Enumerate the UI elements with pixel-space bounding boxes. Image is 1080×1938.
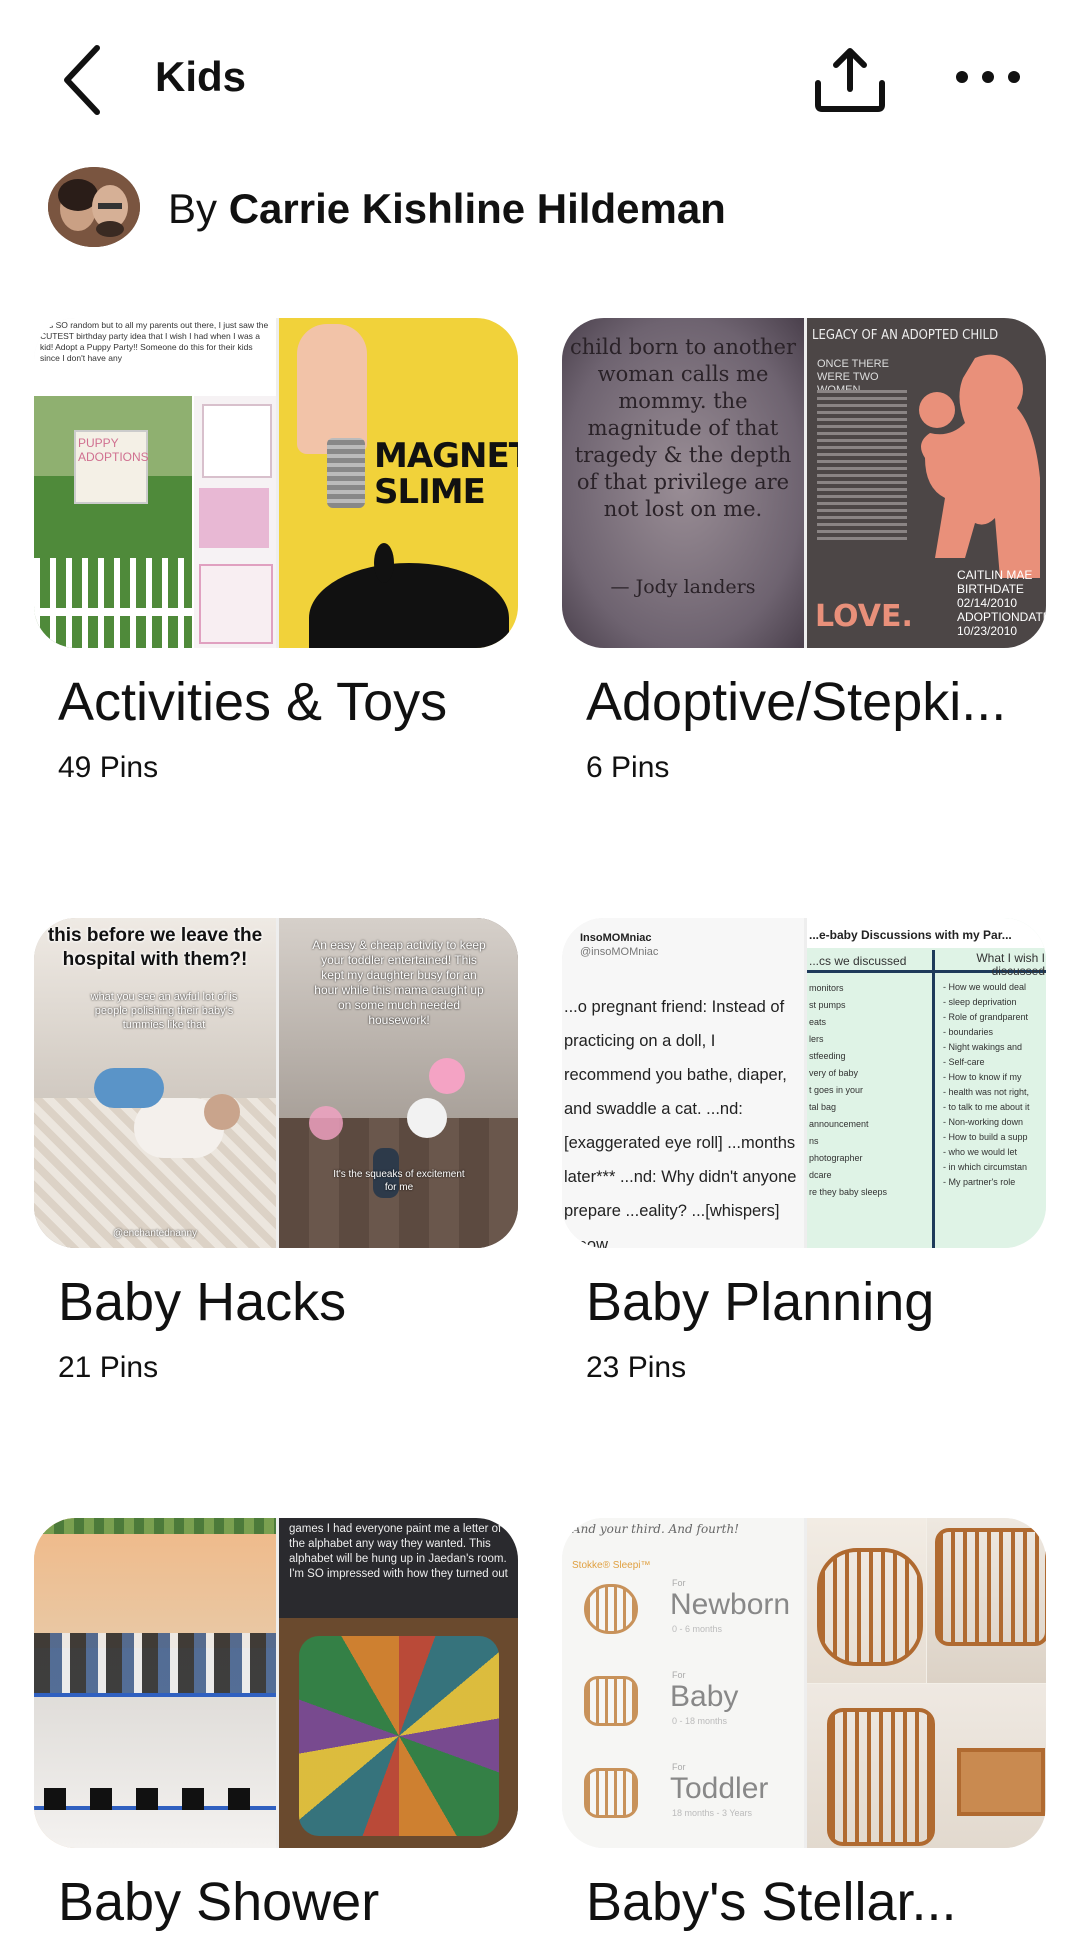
board-cover[interactable]: InsoMOMniac @insoMOMniac ...o pregnant f… [562, 918, 1046, 1248]
list-item: - How to build a supp [943, 1132, 1028, 1142]
wish-discussed-list: - How we would deal - sleep deprivation - … [943, 980, 1046, 1190]
crib-icon [584, 1768, 638, 1818]
board-cover[interactable]: ...is SO random but to all my parents ou… [34, 318, 518, 648]
pin-count: 49 Pins [58, 751, 159, 784]
list-item: - Night wakings and [943, 1042, 1023, 1052]
board-card-baby-shower[interactable]: games I had everyone paint me a letter o… [34, 1518, 518, 1938]
crib-for-label: For [672, 1762, 686, 1772]
board-card-activities-toys[interactable]: ...is SO random but to all my parents ou… [34, 318, 518, 798]
pin-count: 6 Pins [586, 751, 670, 784]
pin-count: 23 Pins [586, 1351, 687, 1384]
cover-pin-right: An easy & cheap activity to keep your to… [279, 918, 518, 1248]
avatar-photo [48, 167, 140, 247]
more-options-button[interactable] [950, 55, 1030, 105]
crib-size-label: Baby [670, 1680, 739, 1713]
crib-icon [584, 1584, 638, 1634]
list-item: eats [809, 1017, 827, 1027]
list-item: photographer [809, 1153, 863, 1163]
cover-pin-right: MAGNETIC SLIME [279, 318, 518, 648]
board-cover[interactable]: And your third. And fourth! Stokke® Slee… [562, 1518, 1046, 1848]
cover-pin-right: games I had everyone paint me a letter o… [279, 1518, 518, 1848]
crib-for-label: For [672, 1578, 686, 1588]
crib-age-range: 18 months - 3 Years [672, 1808, 753, 1818]
crib-size-label: Toddler [670, 1772, 769, 1805]
chevron-left-icon [64, 45, 100, 115]
list-item: ns [809, 1136, 819, 1146]
board-title[interactable]: Activities & Toys [58, 670, 518, 734]
board-card-baby-planning[interactable]: InsoMOMniac @insoMOMniac ...o pregnant f… [562, 918, 1046, 1398]
board-title[interactable]: Baby's Stellar... [586, 1870, 1046, 1934]
avatar[interactable] [48, 167, 140, 247]
board-card-adoptive-stepkids[interactable]: child born to another woman calls me mom… [562, 318, 1046, 798]
list-item: - boundaries [943, 1027, 994, 1037]
list-item: - Non-working down [943, 1117, 1024, 1127]
board-title[interactable]: Baby Planning [586, 1270, 1046, 1334]
cover-pin-right [807, 1518, 1046, 1848]
list-item: re they baby sleeps [809, 1187, 888, 1197]
list-item: dcare [809, 1170, 832, 1180]
discussed-list: monitors st pumps eats lers stfeeding very of… [809, 980, 927, 1201]
list-item: - sleep deprivation [943, 997, 1017, 1007]
back-button[interactable] [55, 40, 115, 120]
board-title[interactable]: Adoptive/Stepki... [586, 670, 1046, 734]
board-cover[interactable]: games I had everyone paint me a letter o… [34, 1518, 518, 1848]
list-item: announcement [809, 1119, 869, 1129]
crib-icon [584, 1676, 638, 1726]
by-label: By [168, 185, 218, 232]
cover-pin-left: InsoMOMniac @insoMOMniac ...o pregnant f… [562, 918, 804, 1248]
cover-pin-right: ...e-baby Discussions with my Par... ...… [807, 918, 1046, 1248]
share-button[interactable] [810, 45, 890, 115]
adoption-silhouette [919, 354, 1040, 578]
crib-age-range: 0 - 18 months [672, 1716, 728, 1726]
page-title: Kids [155, 53, 247, 100]
pin-count: 21 Pins [58, 1351, 159, 1384]
cover-pin-left: child born to another woman calls me mom… [562, 318, 804, 648]
author-name[interactable]: Carrie Kishline Hildeman [229, 185, 726, 232]
list-item: - in which circumstan [943, 1162, 1028, 1172]
list-item: - How to know if my [943, 1072, 1022, 1082]
top-bar: Kids [0, 0, 1080, 155]
board-cover[interactable]: child born to another woman calls me mom… [562, 318, 1046, 648]
crib-age-range: 0 - 6 months [672, 1624, 723, 1634]
board-card-babys-stellar[interactable]: And your third. And fourth! Stokke® Slee… [562, 1518, 1046, 1938]
list-item: - Self-care [943, 1057, 985, 1067]
crib-size-label: Newborn [670, 1588, 791, 1621]
cover-pin-left: ...is SO random but to all my parents ou… [34, 318, 276, 648]
crib-for-label: For [672, 1670, 686, 1680]
board-title[interactable]: Baby Shower [58, 1870, 518, 1934]
board-cover[interactable]: this before we leave the hospital with t… [34, 918, 518, 1248]
author-byline: By Carrie Kishline Hildeman [168, 184, 726, 234]
board-title[interactable]: Baby Hacks [58, 1270, 518, 1334]
cover-pin-left: And your third. And fourth! Stokke® Slee… [562, 1518, 804, 1848]
list-item: - to talk to me about it [943, 1102, 1030, 1112]
board-author[interactable]: By Carrie Kishline Hildeman [48, 162, 948, 252]
list-item: - Role of grandparent [943, 1012, 1029, 1022]
cover-pin-right: LEGACY OF AN ADOPTED CHILD ONCE THERE WE… [807, 318, 1046, 648]
list-item: - My partner's role [943, 1177, 1016, 1187]
list-item: lers [809, 1034, 824, 1044]
list-item: monitors [809, 983, 844, 993]
list-item: tal bag [809, 1102, 837, 1112]
list-item: - who we would let [943, 1147, 1018, 1157]
list-item: st pumps [809, 1000, 846, 1010]
list-item: - How we would deal [943, 982, 1027, 992]
list-item: t goes in your [809, 1085, 864, 1095]
board-card-baby-hacks[interactable]: this before we leave the hospital with t… [34, 918, 518, 1398]
ellipsis-icon [956, 71, 1020, 83]
list-item: - health was not right, [943, 1087, 1030, 1097]
list-item: stfeeding [809, 1051, 846, 1061]
upload-icon [815, 48, 885, 112]
cover-pin-left: this before we leave the hospital with t… [34, 918, 276, 1248]
list-item: very of baby [809, 1068, 859, 1078]
cover-pin-left [34, 1518, 276, 1848]
